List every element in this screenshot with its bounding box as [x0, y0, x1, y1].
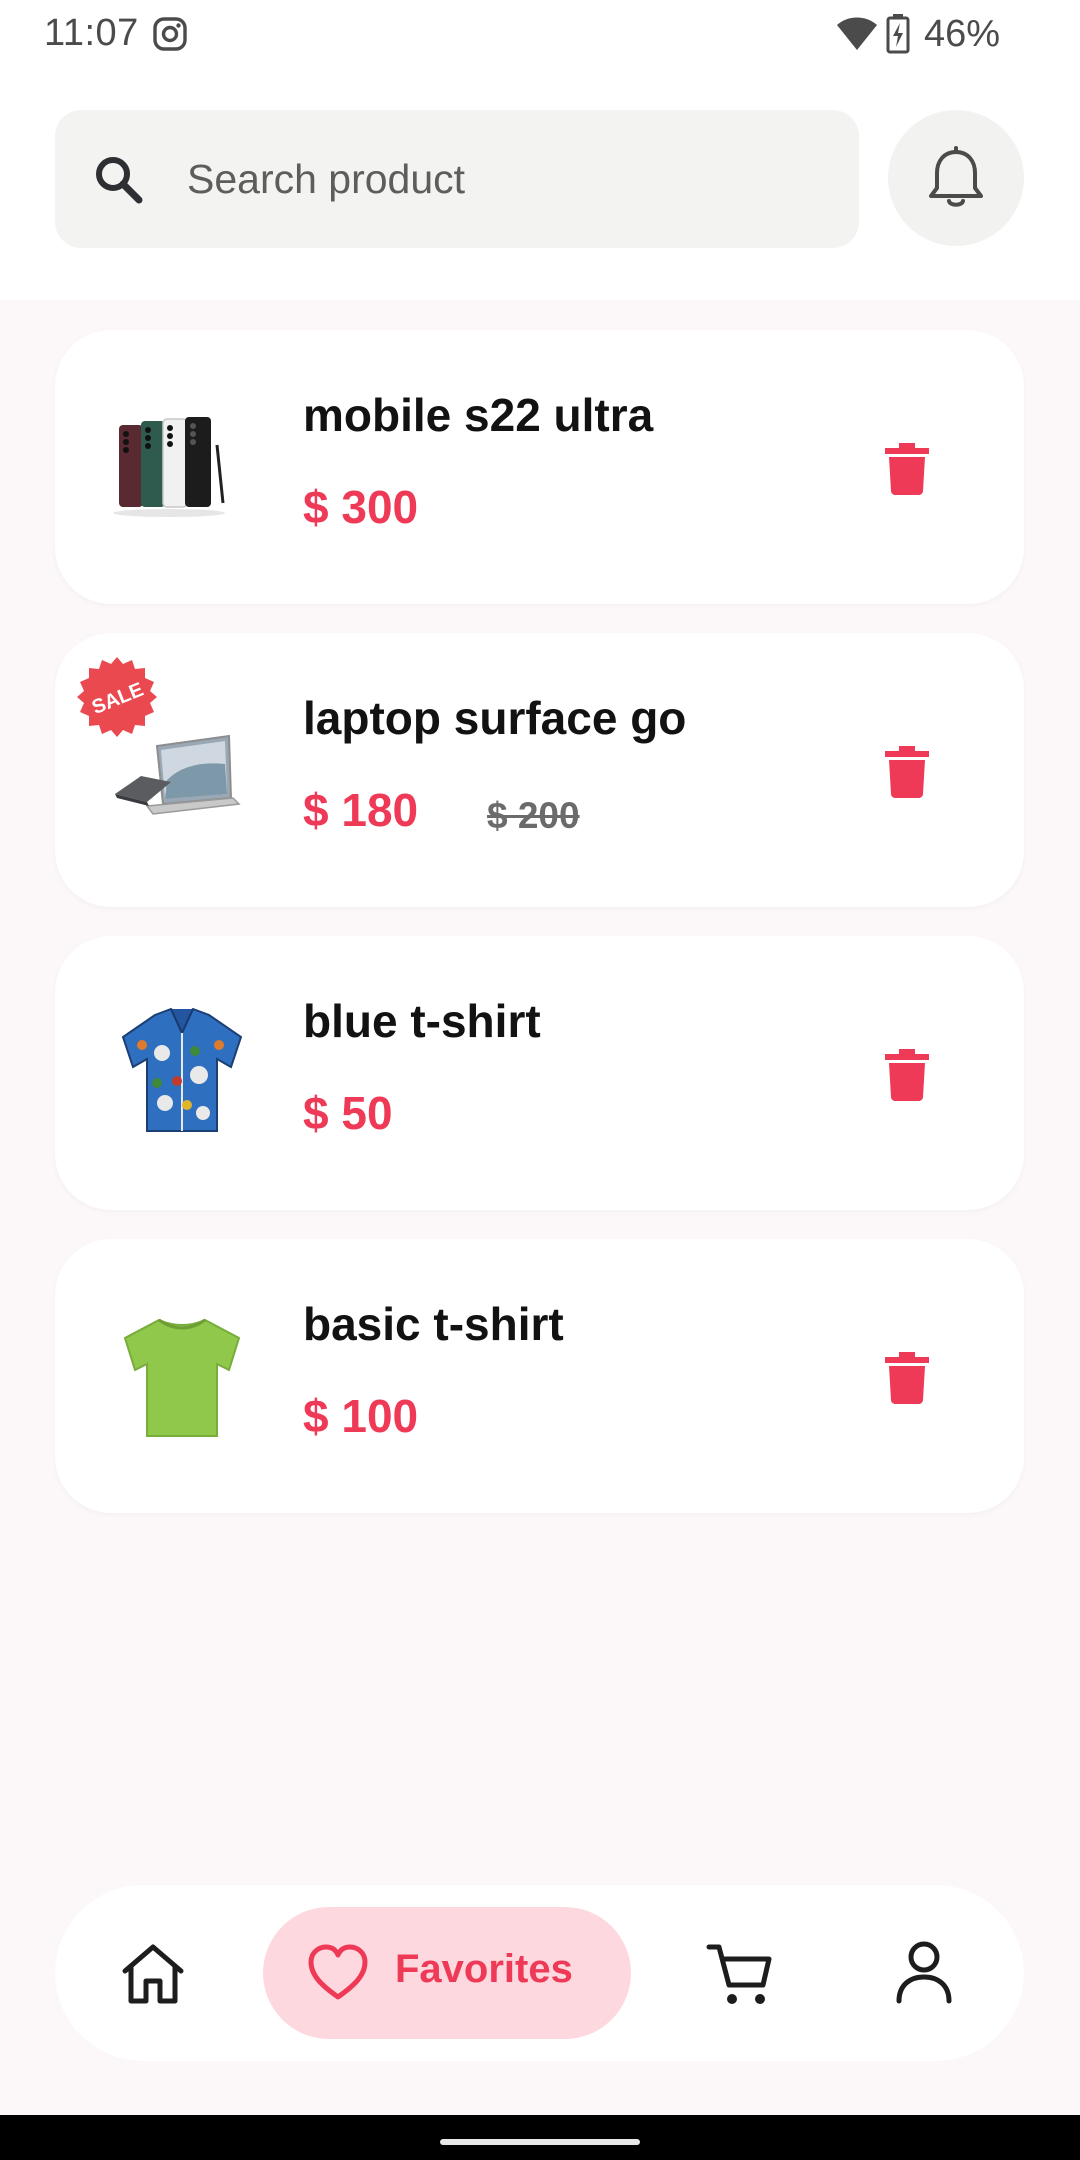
battery-charging-icon	[886, 14, 910, 54]
product-old-price: $ 200	[487, 795, 580, 836]
favorite-card[interactable]: basic t-shirt $ 100	[55, 1239, 1024, 1513]
phones-image	[113, 417, 225, 517]
home-indicator[interactable]	[440, 2139, 640, 2145]
search-icon	[96, 157, 143, 204]
delete-button[interactable]	[875, 740, 939, 804]
trash-icon	[885, 746, 929, 798]
bell-icon	[929, 146, 983, 207]
status-time: 11:07	[44, 12, 139, 54]
product-title: mobile s22 ultra	[303, 389, 654, 441]
system-nav-bar	[0, 2115, 1080, 2160]
profile-icon[interactable]	[893, 1939, 955, 2005]
delete-button[interactable]	[875, 437, 939, 501]
product-price: $ 180	[303, 784, 419, 836]
instagram-icon	[153, 17, 187, 51]
home-icon[interactable]	[119, 1939, 187, 2007]
product-price: $ 300	[303, 481, 419, 533]
product-price: $ 50	[303, 1087, 393, 1139]
notification-button[interactable]	[888, 110, 1024, 246]
sale-badge: SALE	[77, 657, 157, 737]
trash-icon	[885, 1049, 929, 1101]
favorite-card[interactable]: blue t-shirt $ 50	[55, 936, 1024, 1210]
delete-button[interactable]	[875, 1043, 939, 1107]
nav-favorites-tab[interactable]: Favorites	[263, 1907, 631, 2039]
product-title: blue t-shirt	[303, 995, 541, 1047]
favorite-card[interactable]: mobile s22 ultra $ 300	[55, 330, 1024, 604]
search-input[interactable]	[187, 110, 827, 248]
search-bar[interactable]	[55, 110, 859, 248]
product-title: basic t-shirt	[303, 1298, 564, 1350]
battery-percent: 46%	[923, 12, 1000, 55]
hawaiian-shirt-image	[121, 1007, 243, 1132]
wifi-icon	[836, 17, 877, 50]
bottom-nav: Favorites	[55, 1885, 1024, 2061]
status-right-cluster: 46%	[836, 12, 1000, 56]
trash-icon	[885, 1352, 929, 1404]
heart-icon	[308, 1944, 368, 2000]
cart-icon[interactable]	[705, 1939, 775, 2009]
product-price: $ 100	[303, 1390, 419, 1442]
green-tshirt-image	[123, 1318, 241, 1437]
status-bar: 11:07 46%	[0, 0, 1080, 66]
nav-favorites-label: Favorites	[395, 1947, 573, 1991]
favorite-card[interactable]: SALE laptop surface go $ 180 $ 200	[55, 633, 1024, 907]
trash-icon	[885, 443, 929, 495]
delete-button[interactable]	[875, 1346, 939, 1410]
product-title: laptop surface go	[303, 692, 687, 744]
